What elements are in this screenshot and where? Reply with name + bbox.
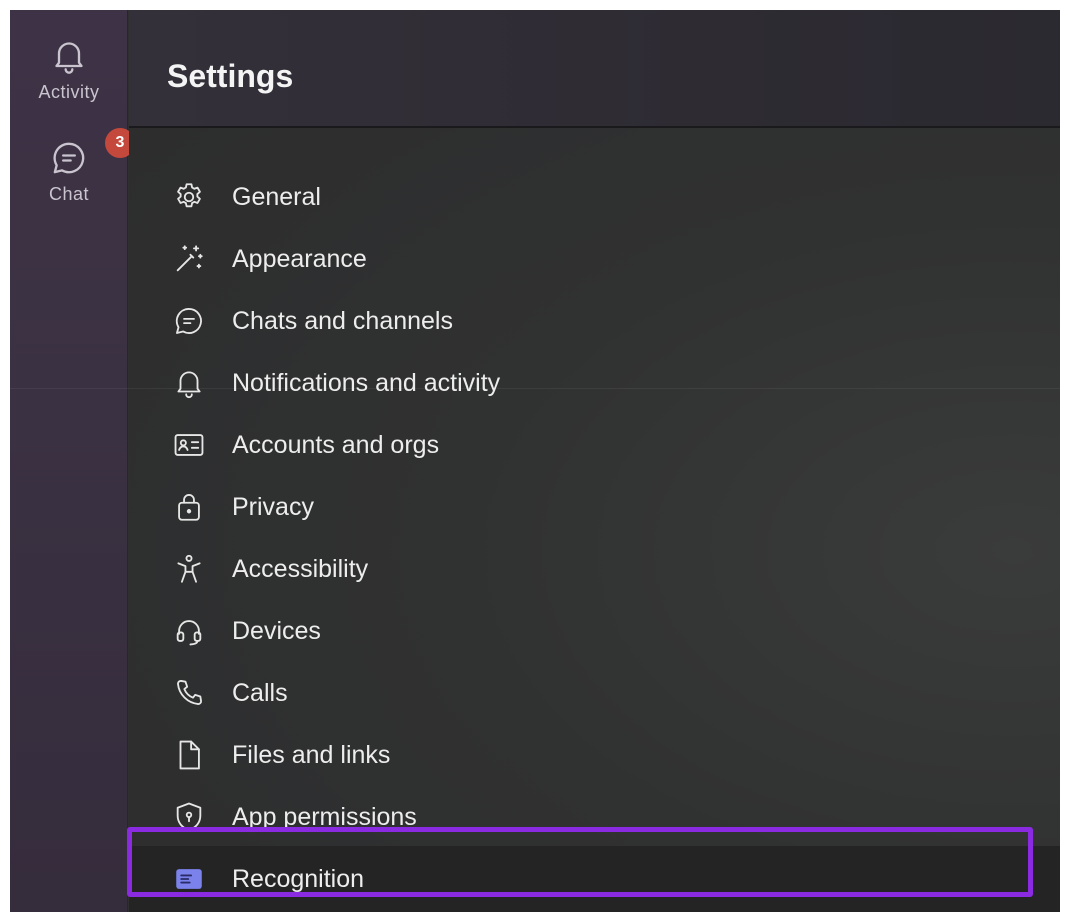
settings-item-label: Devices bbox=[232, 616, 321, 645]
shield-icon bbox=[169, 797, 209, 837]
settings-item-accessibility[interactable]: Accessibility bbox=[129, 538, 1060, 600]
recognition-icon bbox=[169, 859, 209, 899]
file-icon bbox=[169, 735, 209, 775]
settings-item-label: Notifications and activity bbox=[232, 368, 501, 397]
settings-header: Settings bbox=[129, 10, 1060, 128]
settings-panel: Settings General Appearance Chats and ch… bbox=[129, 10, 1060, 912]
accessibility-icon bbox=[169, 549, 209, 589]
rail-item-activity[interactable]: Activity bbox=[10, 34, 128, 103]
chat-icon: 3 bbox=[47, 128, 135, 180]
settings-item-label: Privacy bbox=[232, 492, 314, 521]
settings-item-appearance[interactable]: Appearance bbox=[129, 228, 1060, 290]
settings-item-label: App permissions bbox=[232, 802, 417, 831]
rail-item-chat[interactable]: 3 Chat bbox=[10, 128, 135, 205]
gear-icon bbox=[169, 177, 209, 217]
settings-item-files-and-links[interactable]: Files and links bbox=[129, 724, 1060, 786]
bell-icon bbox=[169, 363, 209, 403]
settings-item-label: Recognition bbox=[232, 864, 365, 893]
settings-item-label: Appearance bbox=[232, 244, 367, 273]
rail-item-label: Chat bbox=[48, 184, 90, 204]
settings-item-privacy[interactable]: Privacy bbox=[129, 476, 1060, 538]
settings-item-devices[interactable]: Devices bbox=[129, 600, 1060, 662]
settings-item-notifications[interactable]: Notifications and activity bbox=[129, 352, 1060, 414]
magic-wand-icon bbox=[169, 239, 209, 279]
bell-icon bbox=[47, 34, 91, 78]
settings-item-label: Chats and channels bbox=[232, 306, 453, 335]
settings-item-accounts-and-orgs[interactable]: Accounts and orgs bbox=[129, 414, 1060, 476]
settings-item-recognition[interactable]: Recognition bbox=[129, 846, 1060, 912]
divider bbox=[10, 388, 1060, 389]
phone-icon bbox=[169, 673, 209, 713]
settings-item-label: General bbox=[232, 182, 321, 211]
app-window: Activity 3 Chat Settings General Appeara… bbox=[10, 10, 1060, 912]
chat-bubble-icon bbox=[169, 301, 209, 341]
rail-item-label: Activity bbox=[38, 82, 100, 102]
lock-icon bbox=[169, 487, 209, 527]
page-title: Settings bbox=[167, 58, 294, 94]
settings-item-label: Accounts and orgs bbox=[232, 430, 440, 459]
settings-item-label: Files and links bbox=[232, 740, 391, 769]
settings-item-chats-and-channels[interactable]: Chats and channels bbox=[129, 290, 1060, 352]
settings-item-label: Accessibility bbox=[232, 554, 369, 583]
settings-item-app-permissions[interactable]: App permissions bbox=[129, 786, 1060, 848]
id-card-icon bbox=[169, 425, 209, 465]
app-rail: Activity 3 Chat bbox=[10, 10, 135, 912]
settings-item-calls[interactable]: Calls bbox=[129, 662, 1060, 724]
headset-icon bbox=[169, 611, 209, 651]
settings-item-general[interactable]: General bbox=[129, 166, 1060, 228]
settings-item-label: Calls bbox=[232, 678, 288, 707]
